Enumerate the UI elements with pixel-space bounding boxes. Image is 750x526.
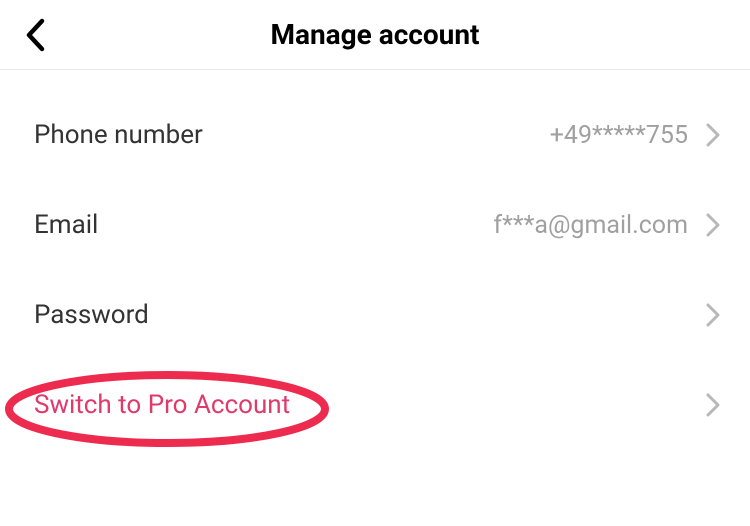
header: Manage account [0,0,750,70]
phone-number-value: +49*****755 [550,121,688,150]
email-row[interactable]: Email f***a@gmail.com [0,180,750,270]
email-value: f***a@gmail.com [493,211,688,240]
chevron-right-icon [706,393,720,417]
back-button[interactable] [24,18,46,52]
switch-to-pro-label: Switch to Pro Account [34,390,706,420]
settings-list: Phone number +49*****755 Email f***a@gma… [0,70,750,450]
password-row[interactable]: Password [0,270,750,360]
page-title: Manage account [24,18,726,51]
email-label: Email [34,210,493,240]
chevron-left-icon [24,18,46,52]
phone-number-label: Phone number [34,120,550,150]
chevron-right-icon [706,123,720,147]
phone-number-row[interactable]: Phone number +49*****755 [0,90,750,180]
switch-to-pro-row[interactable]: Switch to Pro Account [0,360,750,450]
password-label: Password [34,300,706,330]
chevron-right-icon [706,303,720,327]
chevron-right-icon [706,213,720,237]
